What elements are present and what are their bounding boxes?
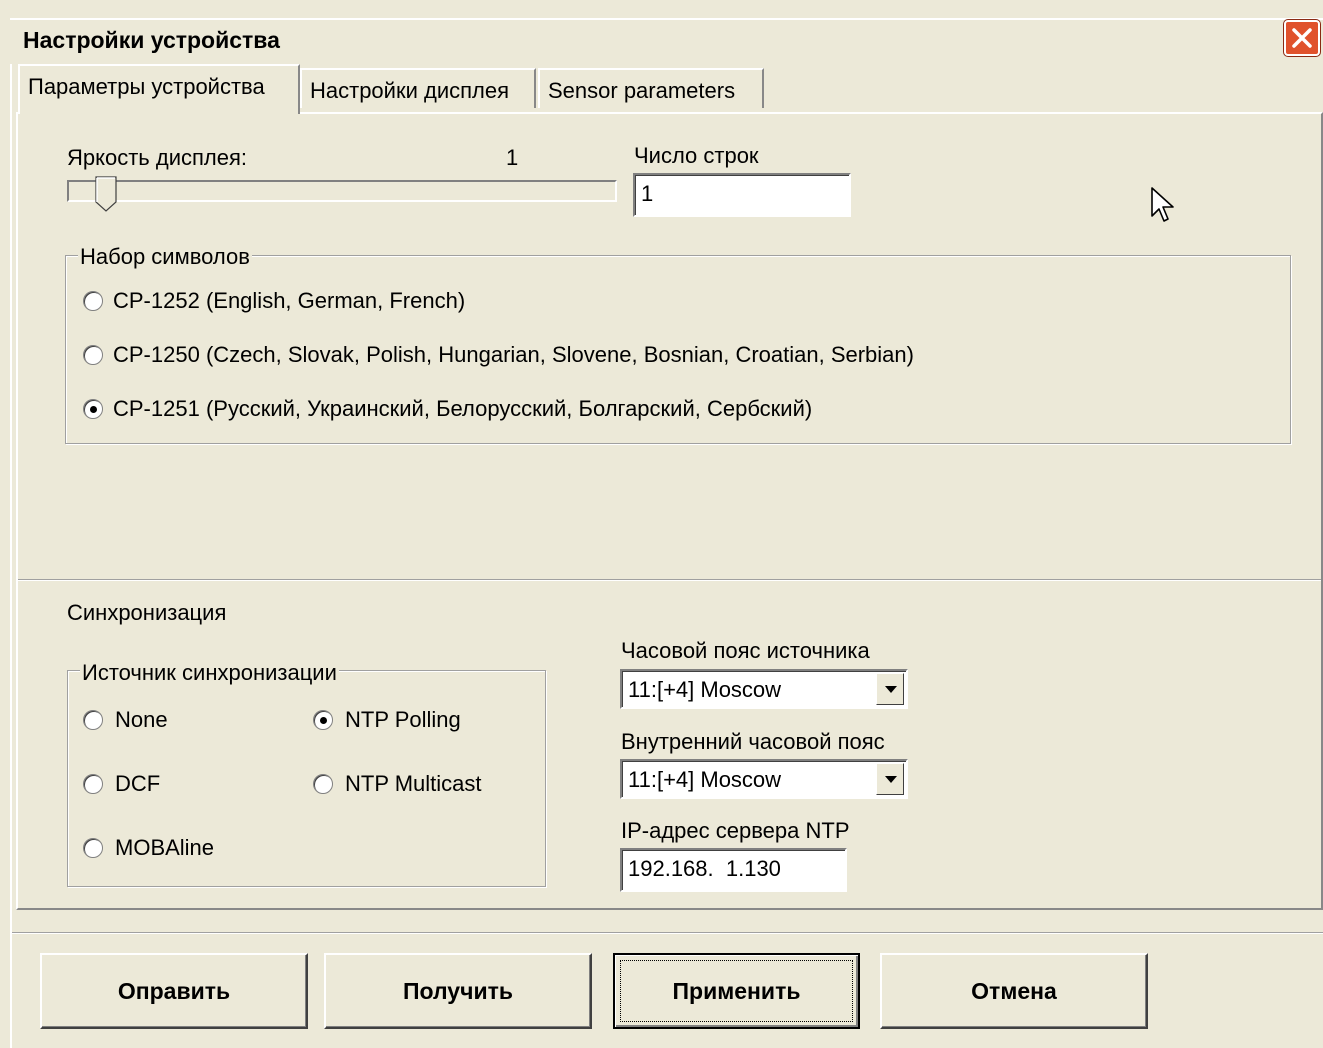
brightness-slider-thumb[interactable]	[95, 176, 117, 212]
radio-cp1251-label[interactable]: CP-1251 (Русский, Украинский, Белорусски…	[113, 396, 812, 422]
section-divider	[18, 579, 1321, 581]
buttons-divider	[12, 932, 1323, 934]
sync-section-label: Синхронизация	[67, 600, 227, 625]
radio-cp1252-label[interactable]: CP-1252 (English, German, French)	[113, 288, 465, 314]
radio-sync-ntp-polling-label[interactable]: NTP Polling	[345, 707, 461, 733]
close-icon	[1292, 28, 1312, 48]
chevron-down-icon	[885, 686, 897, 693]
charset-group-label: Набор символов	[78, 244, 252, 270]
source-timezone-dropdown-button[interactable]	[876, 673, 904, 705]
chevron-down-icon	[885, 776, 897, 783]
internal-timezone-select[interactable]: 11:[+4] Moscow	[620, 759, 908, 799]
ntp-ip-input[interactable]: 192.168. 1.130	[620, 848, 847, 892]
close-button[interactable]	[1284, 20, 1320, 56]
source-timezone-value: 11:[+4] Moscow	[628, 677, 782, 702]
brightness-value: 1	[506, 145, 519, 170]
window-title: Настройки устройства	[23, 27, 280, 53]
radio-sync-mobaline-label[interactable]: MOBAline	[115, 835, 214, 861]
rows-input[interactable]: 1	[633, 173, 851, 217]
radio-sync-ntp-polling[interactable]	[313, 710, 333, 730]
tab-sensor-parameters[interactable]: Sensor parameters	[538, 68, 764, 108]
source-timezone-label: Часовой пояс источника	[621, 638, 870, 663]
radio-sync-ntp-multicast[interactable]	[313, 774, 333, 794]
rows-label: Число строк	[634, 143, 759, 168]
sync-source-group-label: Источник синхронизации	[80, 660, 339, 686]
radio-sync-none-label[interactable]: None	[115, 707, 168, 733]
receive-button[interactable]: Получить	[324, 953, 592, 1029]
radio-sync-none[interactable]	[83, 710, 103, 730]
internal-timezone-label: Внутренний часовой пояс	[621, 729, 885, 754]
radio-selected-dot	[320, 717, 327, 724]
radio-cp1251[interactable]	[83, 399, 103, 419]
radio-sync-mobaline[interactable]	[83, 838, 103, 858]
brightness-label: Яркость дисплея:	[67, 145, 248, 170]
radio-cp1250-label[interactable]: CP-1250 (Czech, Slovak, Polish, Hungaria…	[113, 342, 914, 368]
radio-selected-dot	[90, 406, 97, 413]
tab-display-settings[interactable]: Настройки дисплея	[300, 68, 536, 108]
ntp-ip-label: IP-адрес сервера NTP	[621, 818, 850, 843]
internal-timezone-dropdown-button[interactable]	[876, 763, 904, 795]
window-border	[10, 18, 12, 1048]
radio-sync-dcf-label[interactable]: DCF	[115, 771, 160, 797]
radio-cp1252[interactable]	[83, 291, 103, 311]
cancel-button[interactable]: Отмена	[880, 953, 1148, 1029]
radio-cp1250[interactable]	[83, 345, 103, 365]
tab-device-params[interactable]: Параметры устройства	[18, 64, 300, 114]
radio-sync-dcf[interactable]	[83, 774, 103, 794]
focus-rectangle	[620, 960, 853, 1022]
mouse-cursor-icon	[1150, 186, 1176, 232]
send-button[interactable]: Оправить	[40, 953, 308, 1029]
brightness-slider-track[interactable]	[67, 180, 617, 202]
source-timezone-select[interactable]: 11:[+4] Moscow	[620, 669, 908, 709]
radio-sync-ntp-multicast-label[interactable]: NTP Multicast	[345, 771, 482, 797]
internal-timezone-value: 11:[+4] Moscow	[628, 767, 782, 792]
apply-button[interactable]: Применить	[613, 953, 860, 1029]
